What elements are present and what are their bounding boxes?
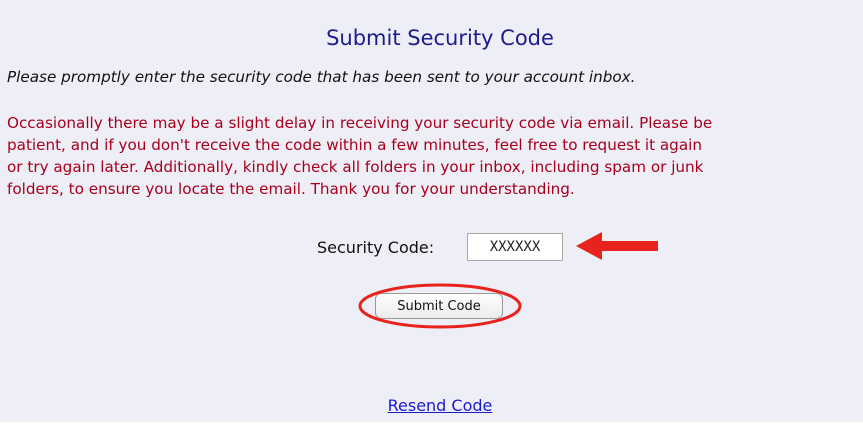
notice-line: patient, and if you don't receive the co… — [7, 136, 702, 154]
bottom-strip — [0, 422, 863, 435]
security-code-label: Security Code: — [317, 238, 435, 257]
delay-notice: Occasionally there may be a slight delay… — [7, 112, 863, 200]
highlight-ellipse — [358, 283, 522, 329]
page-title: Submit Security Code — [326, 26, 554, 50]
resend-code-link[interactable]: Resend Code — [0, 396, 863, 415]
notice-line: or try again later. Additionally, kindly… — [7, 158, 704, 176]
notice-line: folders, to ensure you locate the email.… — [7, 180, 575, 198]
left-arrow-icon — [576, 232, 658, 260]
security-code-input[interactable] — [467, 233, 563, 261]
notice-line: Occasionally there may be a slight delay… — [7, 114, 713, 132]
security-code-panel: Submit Security Code Please promptly ent… — [0, 0, 863, 435]
instruction-text: Please promptly enter the security code … — [7, 68, 636, 86]
